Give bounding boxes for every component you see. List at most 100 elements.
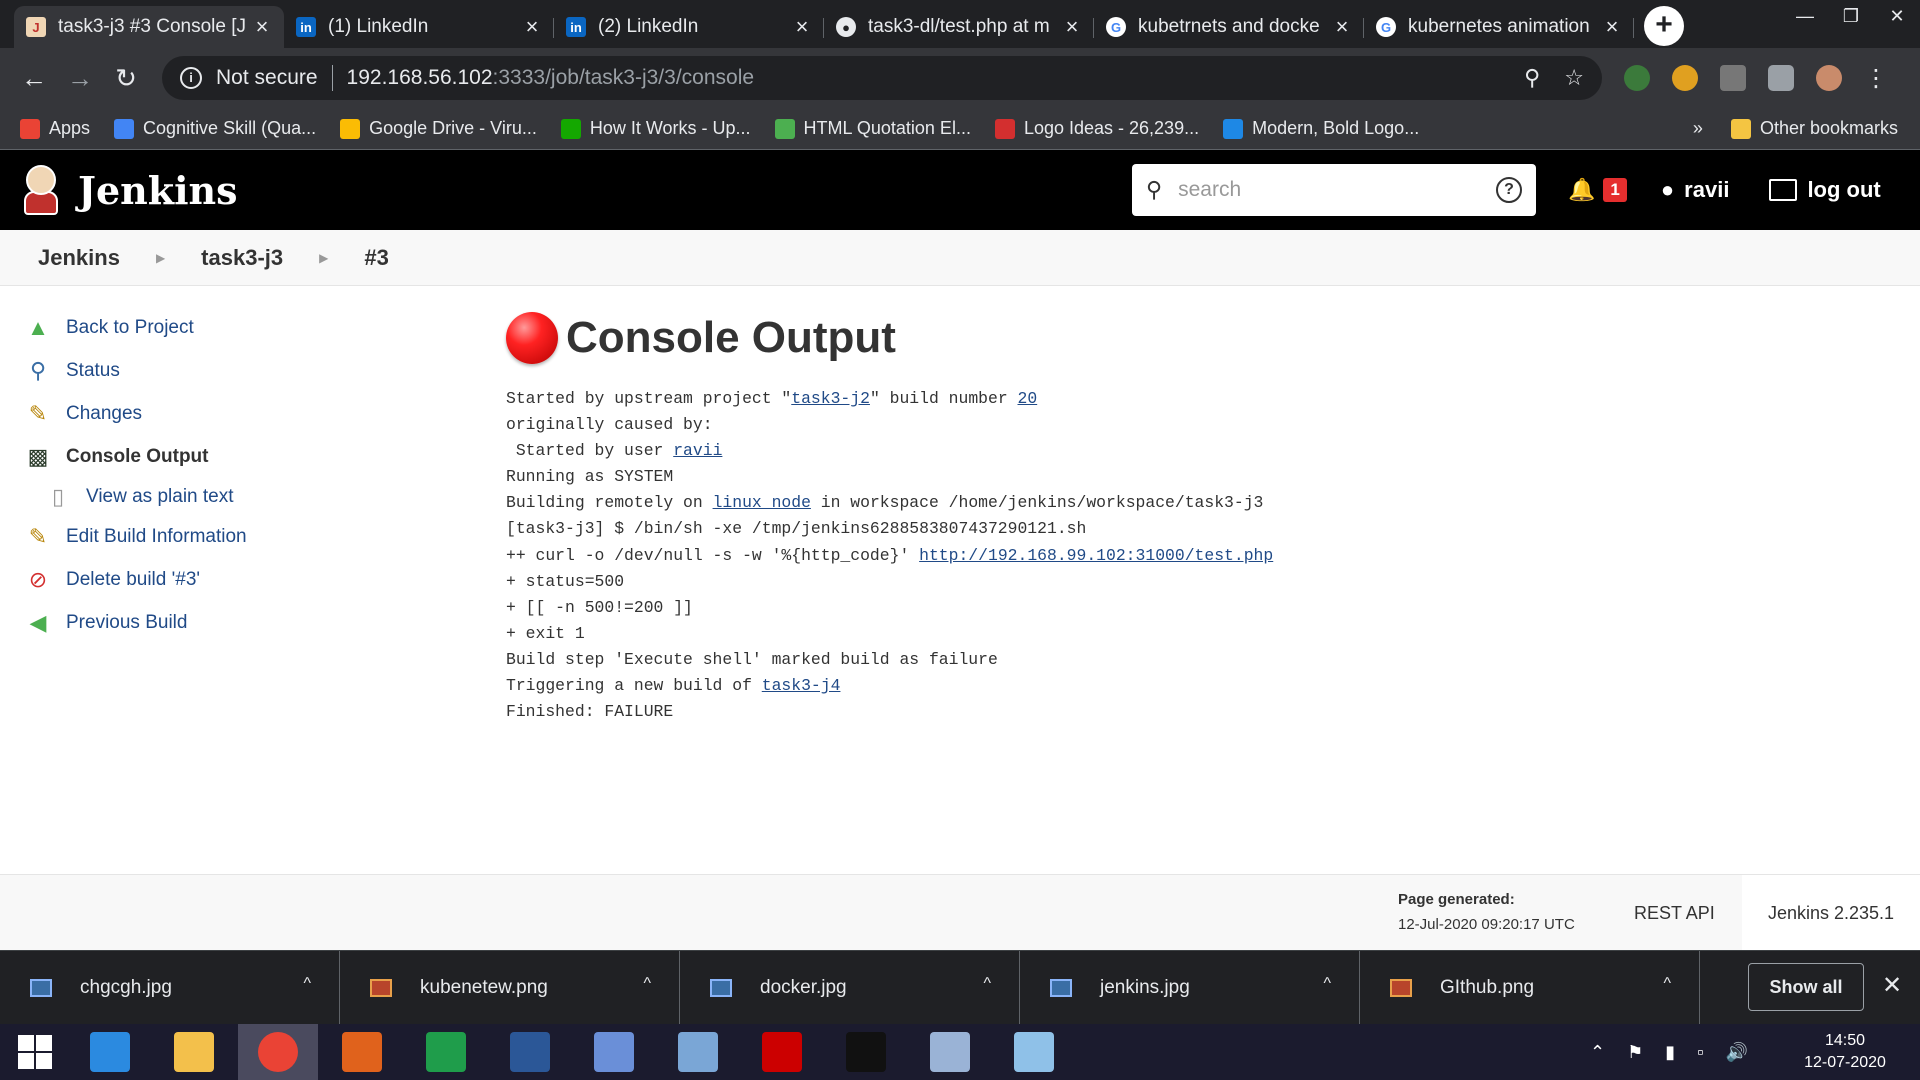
close-tab-icon[interactable]: ×	[792, 14, 812, 40]
word-icon[interactable]	[490, 1024, 570, 1080]
terminal-icon[interactable]	[826, 1024, 906, 1080]
flag-icon[interactable]: ⚑	[1627, 1042, 1643, 1063]
notification-badge[interactable]: 1	[1603, 178, 1627, 202]
reload-icon[interactable]: ↻	[110, 62, 142, 94]
internet-explorer-icon[interactable]	[70, 1024, 150, 1080]
browser-tab[interactable]: in (1) LinkedIn ×	[284, 6, 554, 48]
info-icon[interactable]: i	[180, 67, 202, 89]
bookmark-item[interactable]: Cognitive Skill (Qua...	[114, 118, 316, 139]
restore-icon[interactable]: ❐	[1828, 0, 1874, 32]
task-previous-build[interactable]: ◀ Previous Build	[24, 601, 444, 644]
chevron-up-icon[interactable]: ^	[1323, 975, 1331, 993]
download-item[interactable]: GIthub.png ^	[1360, 950, 1700, 1025]
task-view-as-plain-text[interactable]: ▯ View as plain text	[24, 478, 444, 515]
console-link[interactable]: task3-j4	[762, 676, 841, 695]
bookmark-item[interactable]: How It Works - Up...	[560, 118, 751, 139]
close-tab-icon[interactable]: ×	[1062, 14, 1082, 40]
chevron-up-icon[interactable]: ^	[983, 975, 991, 993]
back-icon[interactable]: ←	[18, 62, 50, 94]
windows-start-icon[interactable]	[0, 1024, 70, 1080]
extension-icon[interactable]	[1624, 65, 1650, 91]
bookmark-star-icon[interactable]: ☆	[1564, 65, 1584, 91]
console-link[interactable]: task3-j2	[791, 389, 870, 408]
task-console-output[interactable]: ▩ Console Output	[24, 435, 444, 478]
rest-api-link[interactable]: REST API	[1634, 903, 1715, 924]
chevron-up-icon[interactable]: ^	[1663, 975, 1671, 993]
volume-icon[interactable]: 🔊	[1726, 1042, 1748, 1063]
network-icon[interactable]	[574, 1024, 654, 1080]
task-changes[interactable]: ✎ Changes	[24, 392, 444, 435]
close-tab-icon[interactable]: ×	[1332, 14, 1352, 40]
chevron-up-icon[interactable]: ^	[643, 975, 651, 993]
logout-link[interactable]: log out	[1807, 177, 1880, 203]
user-link[interactable]: ravii	[1684, 177, 1729, 203]
excel-icon[interactable]	[406, 1024, 486, 1080]
close-icon[interactable]: ✕	[1882, 971, 1902, 1000]
breadcrumb-item[interactable]: task3-j3	[201, 245, 283, 271]
close-tab-icon[interactable]: ×	[252, 14, 272, 40]
browser-tab[interactable]: in (2) LinkedIn ×	[554, 6, 824, 48]
console-link[interactable]: ravii	[673, 441, 722, 460]
forward-icon[interactable]: →	[64, 62, 96, 94]
bookmark-item[interactable]: Google Drive - Viru...	[340, 118, 537, 139]
breadcrumb-item[interactable]: Jenkins	[38, 245, 120, 271]
chrome-icon[interactable]	[238, 1024, 318, 1080]
download-item[interactable]: docker.jpg ^	[680, 950, 1020, 1025]
extension-icon[interactable]	[1720, 65, 1746, 91]
network-signal-icon[interactable]: ▫	[1697, 1042, 1703, 1063]
bookmark-item[interactable]: Apps	[20, 118, 90, 139]
close-window-icon[interactable]: ✕	[1874, 0, 1920, 32]
console-link[interactable]: linux_node	[713, 493, 811, 512]
breadcrumb-chevron-icon[interactable]: ▶	[156, 251, 165, 265]
help-icon[interactable]: ?	[1496, 177, 1522, 203]
bookmark-item[interactable]: Logo Ideas - 26,239...	[994, 118, 1199, 139]
bookmark-item[interactable]: HTML Quotation El...	[774, 118, 971, 139]
clock[interactable]: 14:50 12-07-2020	[1770, 1030, 1920, 1074]
download-item[interactable]: kubenetew.png ^	[340, 950, 680, 1025]
github-icon: ●	[836, 17, 856, 37]
jenkins-version-link[interactable]: Jenkins 2.235.1	[1742, 875, 1920, 951]
bookmark-item[interactable]: Modern, Bold Logo...	[1223, 118, 1419, 139]
zoom-icon[interactable]: ⚲	[1524, 65, 1540, 91]
search-box: ⚲ ?	[1132, 164, 1536, 216]
task-back-to-project[interactable]: ▲ Back to Project	[24, 306, 444, 349]
other-bookmarks[interactable]: Other bookmarks	[1730, 118, 1898, 139]
tray-overflow-icon[interactable]: ⌃	[1590, 1042, 1605, 1063]
paint-icon[interactable]	[910, 1024, 990, 1080]
download-item[interactable]: chgcgh.jpg ^	[0, 950, 340, 1025]
bell-icon[interactable]: 🔔	[1568, 177, 1595, 203]
console-link[interactable]: 20	[1018, 389, 1038, 408]
download-item[interactable]: jenkins.jpg ^	[1020, 950, 1360, 1025]
jenkins-logo[interactable]: Jenkins	[22, 165, 238, 215]
console-link[interactable]: http://192.168.99.102:31000/test.php	[919, 546, 1273, 565]
menu-icon[interactable]: ⋮	[1864, 64, 1888, 93]
battery-icon[interactable]: ▮	[1665, 1042, 1675, 1063]
task-delete-build-3[interactable]: ⊘ Delete build '#3'	[24, 558, 444, 601]
redhat-icon[interactable]	[742, 1024, 822, 1080]
breadcrumb-item[interactable]: #3	[364, 245, 388, 271]
matlab-icon[interactable]	[322, 1024, 402, 1080]
extension-icon[interactable]	[1672, 65, 1698, 91]
new-tab-icon[interactable]: +	[1644, 6, 1684, 46]
chevron-up-icon[interactable]: ^	[303, 975, 311, 993]
file-explorer-icon[interactable]	[154, 1024, 234, 1080]
browser-tab[interactable]: Gkubernetes animation ×	[1364, 6, 1634, 48]
apps-grid-icon	[20, 118, 40, 139]
browser-tab[interactable]: Jtask3-j3 #3 Console [J ×	[14, 6, 284, 48]
breadcrumb-chevron-icon[interactable]: ▶	[319, 251, 328, 265]
search-input[interactable]	[1178, 178, 1496, 202]
browser-tab[interactable]: Gkubetrnets and docke ×	[1094, 6, 1364, 48]
profile-avatar[interactable]	[1816, 65, 1842, 91]
puzzle-icon[interactable]	[1768, 65, 1794, 91]
browser-tab[interactable]: ● task3-dl/test.php at m ×	[824, 6, 1094, 48]
minimize-icon[interactable]: —	[1782, 0, 1828, 32]
close-tab-icon[interactable]: ×	[1602, 14, 1622, 40]
task-status[interactable]: ⚲ Status	[24, 349, 444, 392]
address-bar[interactable]: i Not secure 192.168.56.102:3333/job/tas…	[162, 56, 1602, 100]
bookmarks-overflow[interactable]: »	[1693, 118, 1703, 139]
task-edit-build-information[interactable]: ✎ Edit Build Information	[24, 515, 444, 558]
show-all-button[interactable]: Show all	[1748, 963, 1864, 1011]
virtualbox-icon[interactable]	[658, 1024, 738, 1080]
notepad-icon[interactable]	[994, 1024, 1074, 1080]
close-tab-icon[interactable]: ×	[522, 14, 542, 40]
